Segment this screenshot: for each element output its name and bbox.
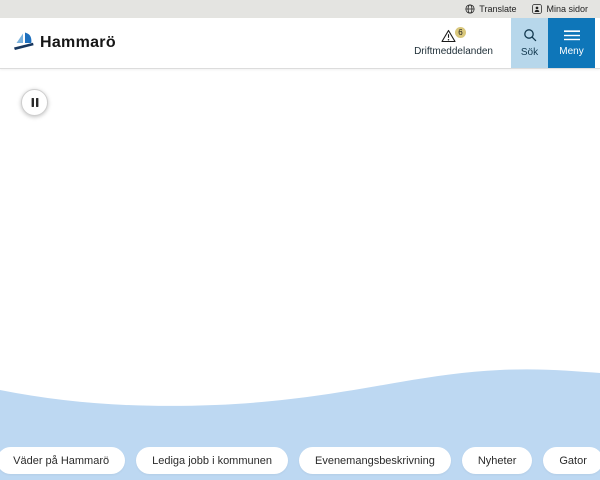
search-button-label: Sök xyxy=(520,47,539,58)
driftmeddelanden-link[interactable]: 6 Driftmeddelanden xyxy=(414,18,493,68)
quicklinks-row: Väder på Hammarö Lediga jobb i kommunen … xyxy=(0,447,600,474)
driftmeddelanden-icon-group: 6 xyxy=(441,27,467,45)
header-spacer xyxy=(116,18,414,68)
logo-text: Hammarö xyxy=(40,34,116,51)
quicklink-evenemang[interactable]: Evenemangsbeskrivning xyxy=(298,447,451,474)
mina-sidor-link[interactable]: Mina sidor xyxy=(532,4,588,14)
quicklink-gator[interactable]: Gator xyxy=(543,447,600,474)
site-logo-home-link[interactable]: Hammarö xyxy=(0,18,116,68)
quicklink-lediga-jobb[interactable]: Lediga jobb i kommunen xyxy=(136,447,288,474)
driftmeddelanden-count-badge: 6 xyxy=(455,27,467,38)
media-pause-button[interactable] xyxy=(21,89,48,116)
mina-sidor-label: Mina sidor xyxy=(546,4,588,14)
quicklink-vader[interactable]: Väder på Hammarö xyxy=(0,447,126,474)
menu-button-label: Meny xyxy=(559,46,584,57)
user-card-icon xyxy=(532,4,543,14)
top-utility-bar: Translate Mina sidor xyxy=(0,0,600,18)
globe-icon xyxy=(465,4,475,14)
menu-button[interactable]: Meny xyxy=(548,18,595,68)
menu-icon xyxy=(563,29,580,44)
translate-label: Translate xyxy=(479,4,517,14)
translate-link[interactable]: Translate xyxy=(465,4,516,14)
sailboat-logo-icon xyxy=(13,31,35,55)
driftmeddelanden-label: Driftmeddelanden xyxy=(414,46,493,57)
quicklink-nyheter[interactable]: Nyheter xyxy=(461,447,533,474)
search-button[interactable]: Sök xyxy=(511,18,548,68)
hero-section: Väder på Hammarö Lediga jobb i kommunen … xyxy=(0,69,600,480)
pause-icon xyxy=(31,95,39,110)
site-header: Hammarö 6 Driftmeddelanden Sök Meny xyxy=(0,18,600,69)
search-icon xyxy=(523,28,537,45)
